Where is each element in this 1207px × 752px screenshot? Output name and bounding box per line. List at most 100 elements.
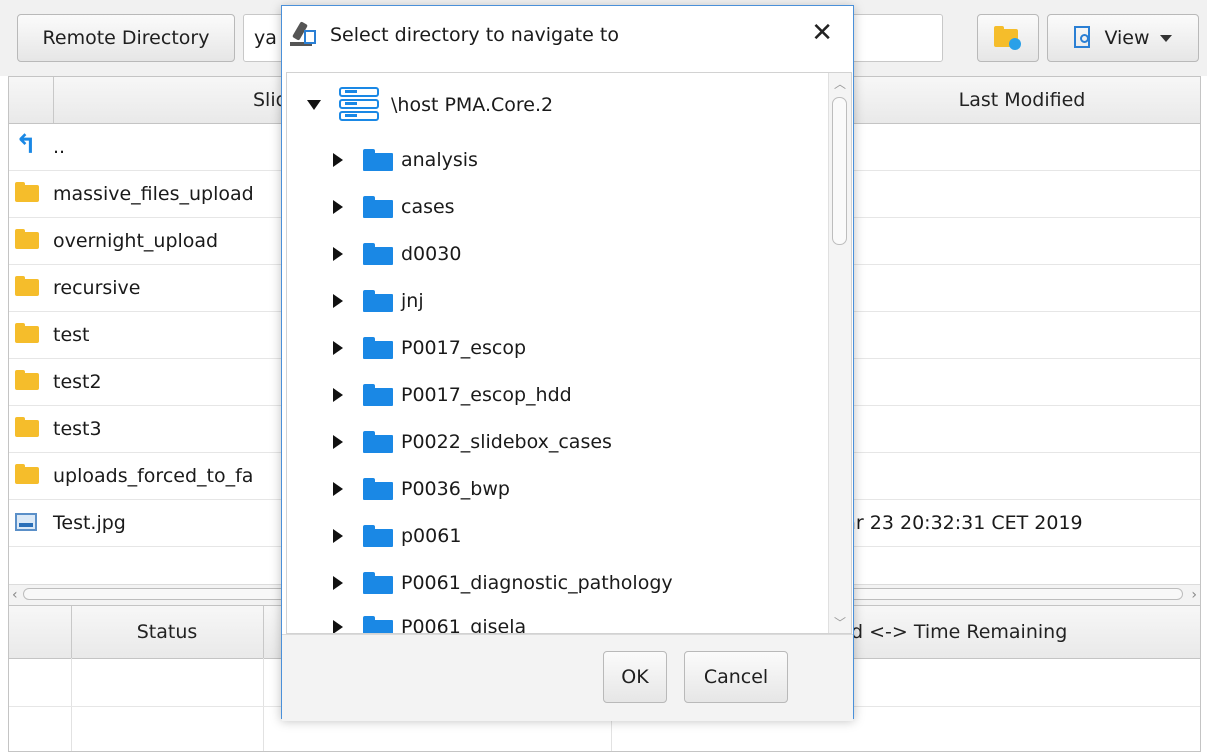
row-name: test2 [53, 370, 102, 393]
folder-icon [363, 336, 393, 359]
expand-arrow-icon[interactable] [333, 246, 343, 261]
expand-arrow-icon[interactable] [333, 434, 343, 449]
vertical-scrollbar[interactable]: ︿ ﹀ [828, 73, 851, 633]
expand-arrow-icon[interactable] [333, 528, 343, 543]
row-name: test [53, 323, 90, 346]
folder-icon [363, 524, 393, 547]
last-modified-column-header[interactable]: Last Modified [843, 77, 1200, 123]
view-label: View [1104, 27, 1150, 49]
tree-folder-item[interactable]: P0036_bwp [333, 465, 510, 512]
view-button[interactable]: View [1047, 14, 1199, 62]
tree-folder-label: P0036_bwp [401, 477, 510, 500]
dialog-title-bar[interactable]: Select directory to navigate to ✕ [282, 6, 853, 63]
collapse-arrow-icon[interactable] [307, 99, 321, 110]
folder-icon [15, 181, 41, 205]
tree-folder-label: P0017_escop_hdd [401, 383, 572, 406]
vertical-scroll-thumb[interactable] [832, 97, 847, 245]
directory-tree: \host PMA.Core.2 analysis cases d0030 jn… [286, 72, 852, 634]
tree-folder-label: analysis [401, 148, 478, 171]
folder-icon [363, 195, 393, 218]
folder-icon [363, 477, 393, 500]
expand-arrow-icon[interactable] [333, 619, 343, 633]
tree-folder-label: d0030 [401, 242, 462, 265]
folder-icon [363, 242, 393, 265]
row-name: uploads_forced_to_fa [53, 464, 254, 487]
column-divider [71, 658, 72, 751]
expand-arrow-icon[interactable] [333, 293, 343, 308]
scroll-left-icon[interactable]: ‹ [12, 585, 18, 605]
dialog-footer: OK Cancel [282, 634, 853, 721]
time-remaining-column-label: d <-> Time Remaining [851, 621, 1068, 643]
tree-folder-item[interactable]: d0030 [333, 230, 461, 277]
tree-folder-item[interactable]: cases [333, 183, 455, 230]
row-name: massive_files_upload [53, 182, 254, 205]
row-name: overnight_upload [53, 229, 219, 252]
ok-button-label: OK [621, 666, 649, 688]
last-modified-column-label: Last Modified [958, 89, 1086, 111]
expand-arrow-icon[interactable] [333, 152, 343, 167]
scroll-down-icon[interactable]: ﹀ [834, 614, 846, 631]
tree-folder-item[interactable]: jnj [333, 277, 424, 324]
scroll-right-icon[interactable]: › [1191, 585, 1197, 605]
folder-icon [363, 430, 393, 453]
tree-folder-item[interactable]: P0017_escop_hdd [333, 371, 572, 418]
folder-icon [363, 148, 393, 171]
cancel-button[interactable]: Cancel [684, 651, 788, 703]
upload-index-column-header[interactable] [9, 606, 72, 658]
tree-folder-item[interactable]: analysis [333, 136, 478, 183]
remote-directory-button[interactable]: Remote Directory [17, 14, 235, 62]
expand-arrow-icon[interactable] [333, 199, 343, 214]
expand-arrow-icon[interactable] [333, 481, 343, 496]
row-name: recursive [53, 276, 141, 299]
column-divider [263, 658, 264, 751]
expand-arrow-icon[interactable] [333, 387, 343, 402]
tree-root-label: \host PMA.Core.2 [391, 93, 554, 116]
row-name: test3 [53, 417, 102, 440]
tree-folder-label: P0017_escop [401, 336, 527, 359]
folder-icon [15, 322, 41, 346]
select-directory-dialog: Select directory to navigate to ✕ \host … [281, 5, 854, 721]
cancel-button-label: Cancel [703, 666, 769, 688]
folder-icon [15, 275, 41, 299]
microscope-icon [288, 20, 318, 50]
status-column-label: Status [136, 621, 198, 643]
folder-icon [363, 615, 393, 633]
icon-column-header[interactable] [9, 77, 54, 123]
tree-folder-item[interactable]: p0061 [333, 512, 461, 559]
path-value: ya [254, 27, 277, 49]
folder-icon [15, 463, 41, 487]
status-column-header[interactable]: Status [71, 606, 264, 658]
view-icon [1074, 26, 1094, 50]
tree-folder-label: p0061 [401, 524, 462, 547]
folder-icon [15, 369, 41, 393]
tree-folder-item[interactable]: P0061_gisela [333, 603, 527, 634]
tree-folder-label: jnj [401, 289, 424, 312]
ok-button[interactable]: OK [603, 651, 667, 703]
dialog-title: Select directory to navigate to [330, 23, 619, 46]
tree-root[interactable]: \host PMA.Core.2 [307, 81, 553, 128]
expand-arrow-icon[interactable] [333, 575, 343, 590]
folder-icon [15, 228, 41, 252]
row-name: .. [53, 135, 66, 158]
tree-folder-item[interactable]: P0017_escop [333, 324, 526, 371]
dropdown-arrow-icon [1159, 34, 1172, 42]
close-icon[interactable]: ✕ [811, 18, 833, 48]
folder-icon [15, 416, 41, 440]
row-name: Test.jpg [53, 511, 126, 534]
folder-icon [363, 289, 393, 312]
new-folder-icon [994, 26, 1022, 50]
tree-folder-item[interactable]: P0061_diagnostic_pathology [333, 559, 673, 606]
tree-folder-label: P0022_slidebox_cases [401, 430, 612, 453]
expand-arrow-icon[interactable] [333, 340, 343, 355]
parent-directory-icon: ↰ [15, 130, 37, 160]
new-folder-button[interactable] [977, 14, 1039, 62]
remote-directory-label: Remote Directory [42, 27, 210, 49]
tree-folder-item[interactable]: P0022_slidebox_cases [333, 418, 612, 465]
tree-folder-label: P0061_diagnostic_pathology [401, 571, 673, 594]
folder-icon [363, 383, 393, 406]
tree-folder-label: P0061_gisela [401, 615, 527, 634]
image-file-icon [15, 510, 41, 534]
server-icon [339, 85, 381, 125]
scroll-up-icon[interactable]: ︿ [834, 75, 846, 92]
tree-folder-label: cases [401, 195, 455, 218]
